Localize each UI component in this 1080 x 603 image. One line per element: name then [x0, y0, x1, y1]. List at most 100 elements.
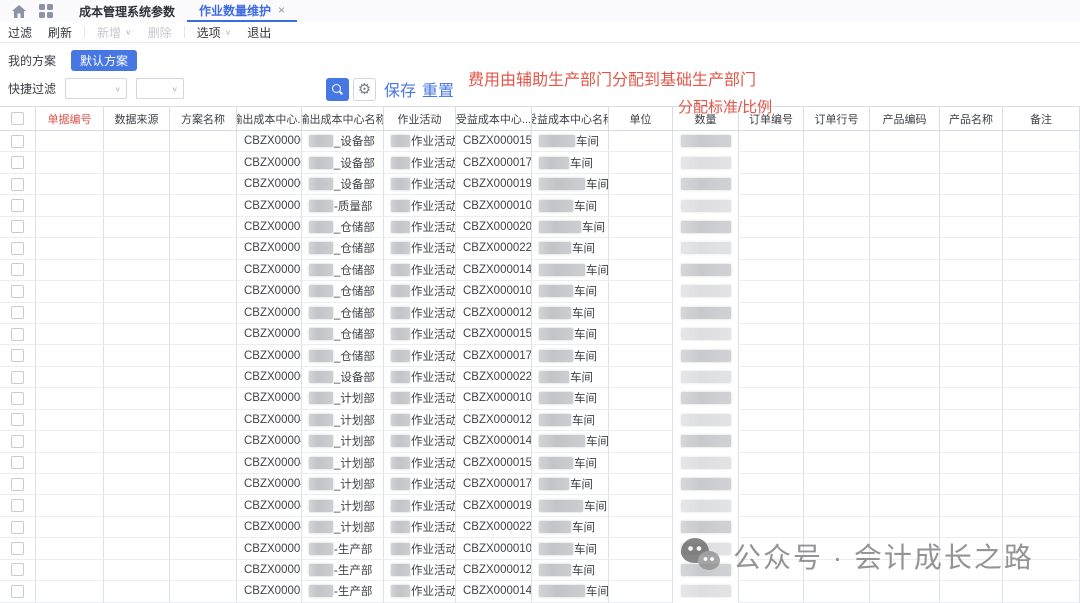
settings-button[interactable]: ⚙: [353, 78, 376, 101]
cell-unit: [609, 324, 673, 345]
table-row[interactable]: CBZX000060_仓储部作业活动CBZX000010车间: [0, 281, 1080, 302]
cell-order-line: [804, 131, 870, 152]
cell-unit: [609, 131, 673, 152]
col-header-ben-name[interactable]: 受益成本中心名称: [532, 107, 609, 130]
redacted-prefix: [309, 285, 333, 297]
table-row[interactable]: CBZX000060_仓储部作业活动CBZX000014车间: [0, 260, 1080, 281]
table-row[interactable]: CBZX000009_设备部作业活动CBZX000022车间: [0, 367, 1080, 388]
table-row[interactable]: CBZX000040_计划部作业活动CBZX000012车间: [0, 410, 1080, 431]
cell-prod-code: [870, 581, 940, 602]
exit-button[interactable]: 退出: [239, 24, 279, 41]
save-link[interactable]: 保存: [384, 77, 416, 101]
row-checkbox[interactable]: [11, 220, 24, 233]
row-checkbox[interactable]: [11, 371, 24, 384]
cell-order-no: [739, 217, 804, 238]
row-checkbox[interactable]: [11, 563, 24, 576]
refresh-button[interactable]: 刷新: [40, 24, 80, 41]
tab-activity-qty-maintenance[interactable]: 作业数量维护 ×: [187, 0, 297, 22]
table-row[interactable]: CBZX000060_仓储部作业活动CBZX000017车间: [0, 345, 1080, 366]
cell-ben-center: CBZX000012: [456, 410, 532, 431]
row-checkbox[interactable]: [11, 435, 24, 448]
col-header-scheme[interactable]: 方案名称: [170, 107, 237, 130]
cell-remark: [1003, 388, 1080, 409]
cell-order-line: [804, 388, 870, 409]
row-checkbox[interactable]: [11, 135, 24, 148]
col-header-unit[interactable]: 单位: [609, 107, 673, 130]
row-checkbox[interactable]: [11, 263, 24, 276]
table-row[interactable]: CBZX000016-质量部作业活动CBZX000010车间: [0, 195, 1080, 216]
col-header-remark[interactable]: 备注: [1003, 107, 1080, 130]
tab-cost-system-params[interactable]: 成本管理系统参数: [67, 0, 187, 22]
search-button[interactable]: [326, 78, 349, 101]
col-header-ben-center[interactable]: 受益成本中心...: [456, 107, 532, 130]
tab-close-icon[interactable]: ×: [278, 3, 285, 17]
row-checkbox[interactable]: [11, 521, 24, 534]
table-row[interactable]: CBZX000040_计划部作业活动CBZX000015车间: [0, 453, 1080, 474]
table-row[interactable]: CBZX000060_仓储部作业活动CBZX000020车间: [0, 217, 1080, 238]
home-icon[interactable]: [11, 3, 27, 19]
cell-unit: [609, 260, 673, 281]
cell-out-center: CBZX000009: [237, 152, 302, 173]
redacted-prefix: [309, 414, 333, 426]
table-row[interactable]: CBZX000009_设备部作业活动CBZX000019车间: [0, 174, 1080, 195]
col-header-source[interactable]: 数据来源: [104, 107, 170, 130]
col-header-out-name[interactable]: 输出成本中心名称: [302, 107, 384, 130]
col-header-prod-code[interactable]: 产品编码: [870, 107, 940, 130]
row-checkbox[interactable]: [11, 285, 24, 298]
cell-out-name: -质量部: [302, 195, 384, 216]
row-checkbox[interactable]: [11, 499, 24, 512]
table-row[interactable]: CBZX000060_仓储部作业活动CBZX000022车间: [0, 238, 1080, 259]
table-row[interactable]: CBZX000040_计划部作业活动CBZX000017车间: [0, 474, 1080, 495]
filter-button[interactable]: 过滤: [0, 24, 40, 41]
col-header-sel[interactable]: [0, 107, 36, 130]
row-checkbox[interactable]: [11, 156, 24, 169]
cell-doc-no: [36, 560, 104, 581]
redacted-prefix: [391, 585, 410, 597]
redacted-prefix: [309, 521, 333, 533]
cell-out-name: _仓储部: [302, 238, 384, 259]
col-header-out-center[interactable]: 输出成本中心...: [237, 107, 302, 130]
reset-link[interactable]: 重置: [422, 77, 454, 101]
row-checkbox[interactable]: [11, 478, 24, 491]
row-checkbox[interactable]: [11, 199, 24, 212]
cell-order-no: [739, 303, 804, 324]
cell-source: [104, 217, 170, 238]
table-row[interactable]: CBZX000060_仓储部作业活动CBZX000012车间: [0, 303, 1080, 324]
cell-unit: [609, 345, 673, 366]
chevron-down-icon: ∨: [225, 28, 232, 37]
table-row[interactable]: CBZX000009_设备部作业活动CBZX000015车间: [0, 131, 1080, 152]
table-row[interactable]: CBZX000009_设备部作业活动CBZX000017车间: [0, 152, 1080, 173]
cell-ben-name: 车间: [532, 431, 609, 452]
row-checkbox[interactable]: [11, 328, 24, 341]
default-scheme-button[interactable]: 默认方案: [71, 50, 137, 71]
row-checkbox[interactable]: [11, 178, 24, 191]
cell-ben-center: CBZX000017: [456, 474, 532, 495]
row-checkbox[interactable]: [11, 306, 24, 319]
col-header-prod-name[interactable]: 产品名称: [940, 107, 1003, 130]
col-header-order-line[interactable]: 订单行号: [804, 107, 870, 130]
cell-order-line: [804, 152, 870, 173]
row-checkbox[interactable]: [11, 413, 24, 426]
apps-grid-icon[interactable]: [39, 4, 53, 18]
row-checkbox[interactable]: [11, 392, 24, 405]
table-row[interactable]: CBZX000013-生产部作业活动CBZX000014车间: [0, 581, 1080, 602]
quick-filter-select-2[interactable]: ∨: [136, 78, 184, 99]
row-checkbox[interactable]: [11, 242, 24, 255]
row-checkbox[interactable]: [11, 542, 24, 555]
row-checkbox[interactable]: [11, 585, 24, 598]
row-checkbox[interactable]: [11, 349, 24, 362]
cell-order-no: [739, 195, 804, 216]
table-row[interactable]: CBZX000060_仓储部作业活动CBZX000015车间: [0, 324, 1080, 345]
options-button[interactable]: 选项 ∨: [189, 24, 240, 41]
table-row[interactable]: CBZX000040_计划部作业活动CBZX000014车间: [0, 431, 1080, 452]
quick-filter-select-1[interactable]: ∨: [65, 78, 127, 99]
table-row[interactable]: CBZX000040_计划部作业活动CBZX000019车间: [0, 495, 1080, 516]
row-checkbox[interactable]: [11, 456, 24, 469]
col-header-doc-no[interactable]: 单据编号: [36, 107, 104, 130]
quick-filter-bar: 快捷过滤 ∨ ∨: [8, 78, 184, 99]
cell-out-center: CBZX000013: [237, 538, 302, 559]
table-row[interactable]: CBZX000040_计划部作业活动CBZX000010车间: [0, 388, 1080, 409]
select-all-checkbox[interactable]: [11, 112, 24, 125]
cell-out-center: CBZX000060: [237, 324, 302, 345]
col-header-activity[interactable]: 作业活动: [384, 107, 456, 130]
